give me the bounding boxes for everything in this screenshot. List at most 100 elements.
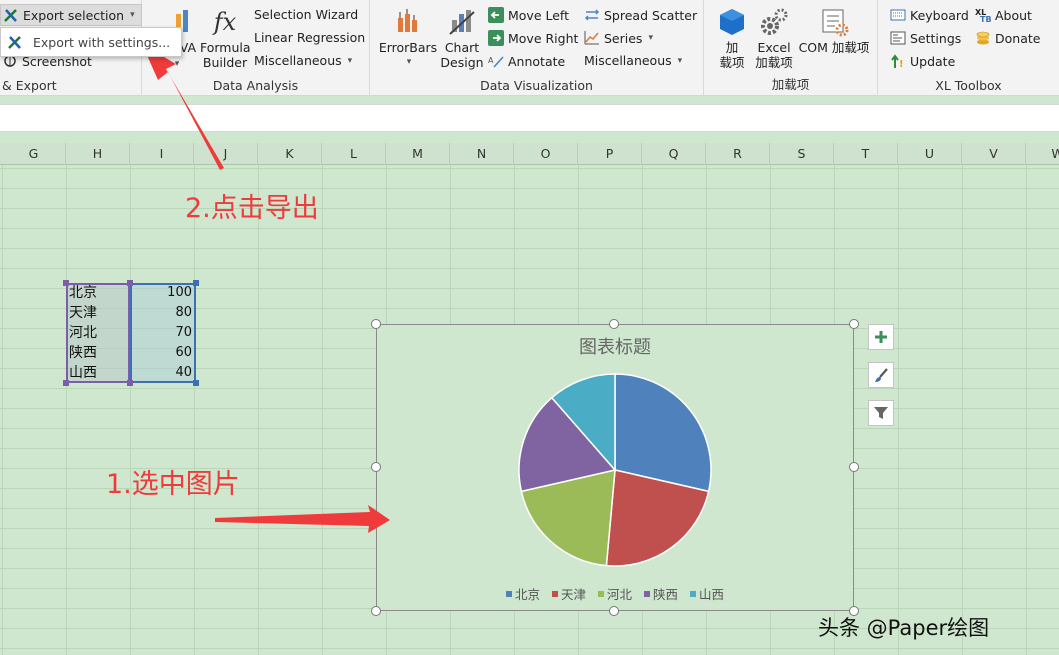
column-header-h[interactable]: H: [66, 143, 130, 165]
excel-addins-button[interactable]: Excel 加载项: [752, 6, 796, 70]
column-header-g[interactable]: G: [2, 143, 66, 165]
errorbars-button[interactable]: ErrorBars ▾: [378, 6, 438, 70]
legend-item[interactable]: 陕西: [644, 584, 678, 603]
linear-regression-button[interactable]: Linear Regression: [254, 30, 365, 45]
column-header-row: GHIJKLMNOPQRSTUVW: [0, 143, 1059, 165]
formula-bar[interactable]: [0, 104, 1059, 132]
table-cell-name[interactable]: 天津: [66, 303, 130, 323]
table-cell-value[interactable]: 40: [130, 363, 196, 383]
move-right-button[interactable]: Move Right: [488, 30, 578, 46]
watermark: 头条 @Paper绘图: [818, 616, 990, 640]
column-header-m[interactable]: M: [386, 143, 450, 165]
export-selection-button[interactable]: Export selection ▾: [0, 4, 142, 26]
column-header-l[interactable]: L: [322, 143, 386, 165]
legend-item[interactable]: 北京: [505, 584, 540, 603]
chart-resize-handle[interactable]: [371, 462, 381, 472]
pie-plot: [518, 373, 712, 567]
annotate-icon: A: [488, 53, 504, 69]
chart-resize-handle[interactable]: [609, 319, 619, 329]
column-header-n[interactable]: N: [450, 143, 514, 165]
legend-swatch: [690, 590, 697, 597]
chart-filters-button[interactable]: [868, 400, 894, 426]
range-handle[interactable]: [127, 280, 133, 286]
legend-item[interactable]: 山西: [690, 584, 724, 603]
range-handle[interactable]: [127, 380, 133, 386]
table-cell-value[interactable]: 70: [130, 323, 196, 343]
table-cell-value[interactable]: 100: [130, 283, 196, 303]
move-right-label: Move Right: [508, 30, 579, 46]
spread-scatter-button[interactable]: Spread Scatter: [584, 7, 697, 23]
chart-resize-handle[interactable]: [371, 319, 381, 329]
chart-design-button[interactable]: Chart Design: [440, 6, 484, 70]
chart-legend[interactable]: 北京 天津 河北 陕西 山西: [377, 584, 853, 603]
table-cell-value[interactable]: 60: [130, 343, 196, 363]
chart-resize-handle[interactable]: [609, 606, 619, 616]
series-button[interactable]: Series ▾: [584, 30, 653, 46]
legend-item[interactable]: 天津: [551, 584, 586, 603]
range-handle[interactable]: [193, 280, 199, 286]
column-header-s[interactable]: S: [770, 143, 834, 165]
donate-button[interactable]: Donate: [975, 30, 1040, 46]
chart-styles-button[interactable]: [868, 362, 894, 388]
chart-design-icon: [446, 6, 478, 38]
series-icon: [584, 30, 600, 46]
export-icon: [7, 34, 23, 50]
excel-addins-label-2: 加载项: [755, 55, 793, 70]
column-header-o[interactable]: O: [514, 143, 578, 165]
legend-label: 陕西: [653, 587, 679, 602]
chart-resize-handle[interactable]: [849, 319, 859, 329]
annotate-button[interactable]: A Annotate: [488, 53, 565, 69]
analysis-miscellaneous-button[interactable]: Miscellaneous ▾: [254, 53, 352, 68]
formula-builder-label-1: Formula: [200, 40, 251, 55]
export-with-settings-item[interactable]: Export with settings...: [33, 35, 170, 50]
com-addins-button[interactable]: COM 加载项: [796, 6, 872, 55]
table-cell-value[interactable]: 80: [130, 303, 196, 323]
column-header-t[interactable]: T: [834, 143, 898, 165]
export-selection-label: Export selection: [23, 7, 125, 23]
xl-toolbox-group-label: XL Toolbox: [935, 78, 1002, 93]
keyboard-button[interactable]: Keyboard: [890, 7, 969, 23]
column-header-i[interactable]: I: [130, 143, 194, 165]
chart-resize-handle[interactable]: [849, 462, 859, 472]
formula-builder-button[interactable]: fx Formula Builder: [200, 6, 251, 70]
chart-resize-handle[interactable]: [371, 606, 381, 616]
table-cell-name[interactable]: 陕西: [66, 343, 130, 363]
range-handle[interactable]: [63, 280, 69, 286]
range-handle[interactable]: [63, 380, 69, 386]
settings-button[interactable]: Settings: [890, 30, 961, 46]
com-addins-icon: [819, 6, 849, 38]
selection-wizard-button[interactable]: Selection Wizard: [254, 7, 358, 22]
column-header-v[interactable]: V: [962, 143, 1026, 165]
annotate-label: Annotate: [508, 53, 566, 69]
chevron-down-icon: ▾: [677, 55, 683, 66]
about-label: About: [995, 7, 1032, 23]
range-handle[interactable]: [193, 380, 199, 386]
selected-data-range[interactable]: 北京 100 天津 80 河北 70 陕西 60 山西 40: [63, 280, 199, 386]
column-header-j[interactable]: J: [194, 143, 258, 165]
cube-icon: [716, 6, 748, 38]
viz-miscellaneous-button[interactable]: Miscellaneous ▾: [584, 53, 682, 68]
column-header-u[interactable]: U: [898, 143, 962, 165]
table-cell-name[interactable]: 山西: [66, 363, 130, 383]
chart-elements-button[interactable]: [868, 324, 894, 350]
addins-button[interactable]: 加 载项: [714, 6, 750, 70]
pie-chart[interactable]: 图表标题 北京 天津 河北 陕西 山西: [376, 324, 854, 611]
table-cell-name[interactable]: 河北: [66, 323, 130, 343]
column-header-r[interactable]: R: [706, 143, 770, 165]
move-left-button[interactable]: Move Left: [488, 7, 569, 23]
about-button[interactable]: XL TB About: [975, 7, 1032, 25]
formula-builder-label-2: Builder: [202, 55, 248, 70]
xl-toolbox-logo-icon: XL TB: [975, 7, 992, 24]
column-header-p[interactable]: P: [578, 143, 642, 165]
legend-label: 河北: [606, 587, 632, 602]
column-header-q[interactable]: Q: [642, 143, 706, 165]
viz-miscellaneous-label: Miscellaneous: [584, 53, 672, 68]
legend-swatch: [597, 590, 604, 597]
column-header-w[interactable]: W: [1026, 143, 1059, 165]
update-button[interactable]: ! Update: [890, 53, 955, 70]
legend-item[interactable]: 河北: [597, 584, 632, 603]
table-cell-name[interactable]: 北京: [66, 283, 130, 303]
data-visualization-group-label: Data Visualization: [480, 78, 593, 93]
column-header-k[interactable]: K: [258, 143, 322, 165]
export-icon: [3, 7, 19, 23]
